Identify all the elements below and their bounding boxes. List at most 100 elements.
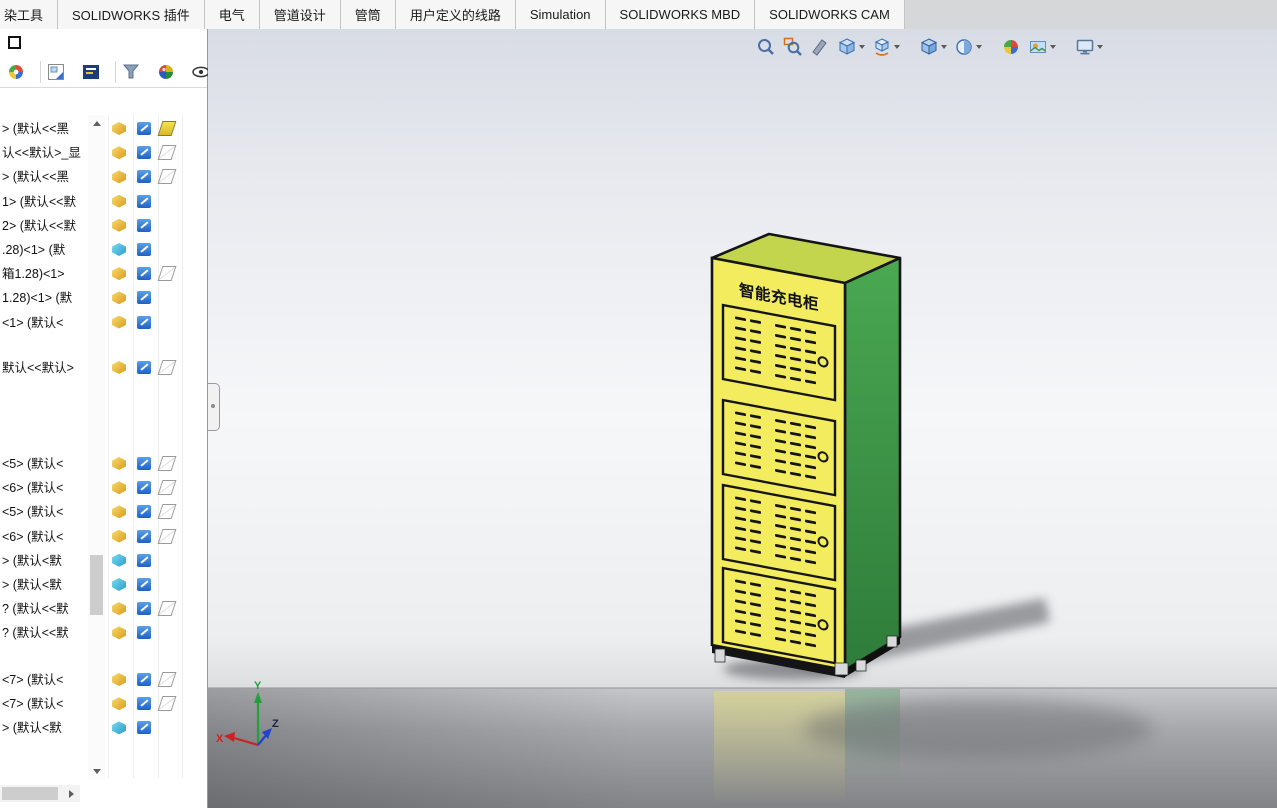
part-icon[interactable]: [112, 602, 126, 616]
tree-row-label: <6> (默认<: [2, 481, 64, 496]
display-state-icon[interactable]: [137, 481, 151, 495]
display-state-icon[interactable]: [137, 505, 151, 519]
part-icon[interactable]: [112, 697, 126, 711]
part-icon[interactable]: [112, 721, 126, 735]
triad-z-label: Z: [272, 718, 279, 730]
part-icon[interactable]: [112, 481, 126, 495]
appearance-icon[interactable]: [157, 696, 177, 712]
display-state-icon[interactable]: [137, 626, 151, 640]
display-state-icon[interactable]: [137, 602, 151, 616]
tab-render-tools[interactable]: 染工具: [0, 0, 59, 29]
tab-electrical[interactable]: 电气: [204, 0, 260, 29]
tree-horizontal-scrollbar[interactable]: [0, 785, 80, 802]
part-icon[interactable]: [112, 505, 126, 519]
appearance-icon[interactable]: [157, 145, 177, 161]
display-state-icon[interactable]: [137, 577, 151, 591]
hide-show-items-icon[interactable]: [954, 35, 982, 59]
part-icon[interactable]: [112, 626, 126, 640]
scroll-right-button[interactable]: [63, 785, 80, 802]
display-state-icon[interactable]: [137, 146, 151, 160]
display-state-icon[interactable]: [137, 170, 151, 184]
cabinet-side-face: [843, 256, 902, 672]
tab-bar-filler: [904, 0, 1277, 29]
part-icon[interactable]: [112, 577, 126, 591]
tree-row-label: .28)<1> (默: [2, 242, 66, 257]
part-icon[interactable]: [112, 673, 126, 686]
model-scene[interactable]: 智能充电柜 Y X Z: [208, 29, 1277, 808]
tab-tubing[interactable]: 管筒: [340, 0, 396, 29]
tab-simulation[interactable]: Simulation: [515, 0, 606, 29]
part-icon[interactable]: [112, 122, 126, 135]
part-icon[interactable]: [112, 218, 126, 232]
part-icon[interactable]: [112, 361, 126, 374]
part-icon[interactable]: [112, 267, 126, 281]
display-state-icon[interactable]: [137, 721, 151, 735]
appearance-icon[interactable]: [157, 601, 177, 617]
display-state-icon[interactable]: [137, 122, 151, 135]
appearance-icon[interactable]: [157, 672, 177, 687]
part-icon[interactable]: [112, 529, 126, 543]
edit-appearance-icon[interactable]: [1001, 35, 1021, 59]
appearance-icon[interactable]: [157, 360, 177, 375]
display-state-icon[interactable]: [137, 529, 151, 543]
panel-splitter-handle[interactable]: [208, 383, 220, 431]
apply-scene-icon[interactable]: [1028, 35, 1056, 59]
part-icon[interactable]: [112, 146, 126, 160]
tab-piping[interactable]: 管道设计: [259, 0, 341, 29]
appearance-icon[interactable]: [157, 480, 177, 496]
section-view-icon[interactable]: [810, 35, 830, 59]
display-state-icon[interactable]: [137, 291, 151, 305]
display-style-icon[interactable]: [919, 35, 947, 59]
part-icon[interactable]: [112, 242, 126, 256]
decals-icon[interactable]: [45, 61, 67, 83]
render-tools-icon[interactable]: [155, 61, 177, 83]
appearance-icon[interactable]: [157, 504, 177, 520]
tab-user-defined-routes[interactable]: 用户定义的线路: [395, 0, 516, 29]
display-state-icon[interactable]: [137, 361, 151, 374]
display-state-icon[interactable]: [137, 553, 151, 567]
display-state-icon[interactable]: [137, 673, 151, 686]
display-state-icon[interactable]: [137, 242, 151, 256]
filter-icon[interactable]: [120, 61, 142, 83]
lights-icon[interactable]: [80, 61, 102, 83]
horizontal-scrollbar-thumb[interactable]: [2, 787, 58, 800]
view-orientation-icon[interactable]: [837, 35, 865, 59]
appearance-icon[interactable]: [157, 266, 177, 282]
display-state-icon[interactable]: [137, 194, 151, 208]
display-state-icon[interactable]: [137, 315, 151, 329]
view-settings-icon[interactable]: [1075, 35, 1103, 59]
zoom-area-icon[interactable]: [783, 35, 803, 59]
tree-vertical-scrollbar[interactable]: [88, 115, 105, 779]
tree-row-label: <1> (默认<: [2, 315, 64, 330]
display-state-icon[interactable]: [137, 457, 151, 470]
part-icon[interactable]: [112, 553, 126, 567]
appearances-icon[interactable]: [5, 61, 27, 83]
triad-x-label: X: [216, 733, 224, 745]
display-state-icon[interactable]: [137, 267, 151, 281]
tab-solidworks-addins[interactable]: SOLIDWORKS 插件: [58, 0, 205, 29]
zoom-fit-icon[interactable]: [756, 35, 776, 59]
part-icon[interactable]: [112, 291, 126, 305]
tab-solidworks-mbd[interactable]: SOLIDWORKS MBD: [605, 0, 756, 29]
triad-y-label: Y: [254, 680, 262, 692]
appearance-icon[interactable]: [157, 456, 177, 471]
appearance-icon[interactable]: [157, 528, 177, 544]
appearance-icon[interactable]: [157, 169, 177, 185]
vertical-scrollbar-thumb[interactable]: [90, 555, 103, 615]
tree-row-label: <5> (默认<: [2, 505, 64, 520]
tab-solidworks-cam[interactable]: SOLIDWORKS CAM: [755, 0, 905, 29]
display-state-icon[interactable]: [137, 697, 151, 711]
tree-row-label: ? (默认<<默: [2, 626, 69, 641]
appearance-icon[interactable]: [157, 121, 177, 136]
graphics-area[interactable]: 智能充电柜 Y X Z: [208, 29, 1277, 808]
part-icon[interactable]: [112, 457, 126, 470]
part-icon[interactable]: [112, 315, 126, 329]
part-icon[interactable]: [112, 194, 126, 208]
part-icon[interactable]: [112, 170, 126, 184]
scroll-up-button[interactable]: [88, 115, 105, 131]
tree-row-label: 2> (默认<<默: [2, 218, 76, 233]
command-tab-bar: 染工具 SOLIDWORKS 插件 电气 管道设计 管筒 用户定义的线路 Sim…: [0, 0, 1277, 30]
scroll-down-button[interactable]: [88, 763, 105, 779]
display-state-icon[interactable]: [137, 218, 151, 232]
3d-drawing-view-icon[interactable]: [872, 35, 900, 59]
